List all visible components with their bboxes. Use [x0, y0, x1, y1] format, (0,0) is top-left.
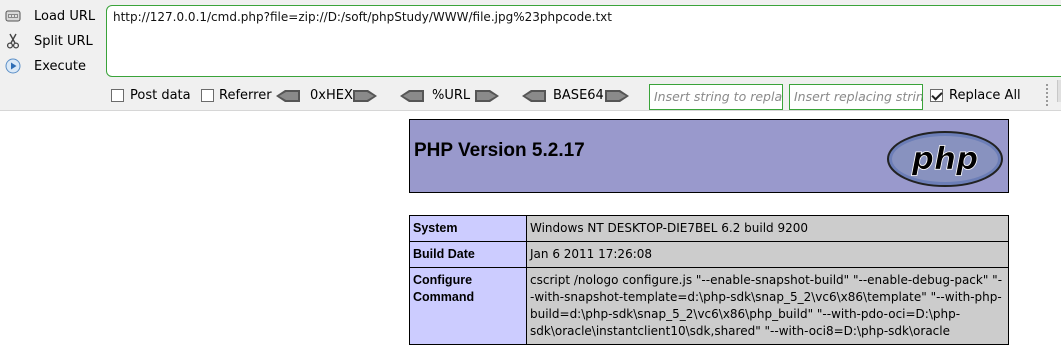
options-row: Post data Referrer 0xHEX %URL BASE64 Ins…	[0, 84, 1061, 110]
row-key-system: System	[409, 215, 527, 242]
table-row: System Windows NT DESKTOP-DIE7BEL 6.2 bu…	[409, 215, 1009, 242]
hex-encode-arrow-icon[interactable]	[353, 90, 377, 102]
row-key-configure-command: Configure Command	[409, 267, 527, 345]
load-url-icon	[4, 7, 22, 25]
url-decode-arrow-icon[interactable]	[400, 90, 424, 102]
toolbar-separator	[1046, 84, 1050, 106]
play-icon	[4, 57, 22, 75]
hex-decode-arrow-icon[interactable]	[276, 90, 300, 102]
url-textarea[interactable]: http://127.0.0.1/cmd.php?file=zip://D:/s…	[106, 5, 1061, 77]
replace-search-input[interactable]: Insert string to replace	[649, 84, 783, 110]
row-value-configure-command: cscript /nologo configure.js "--enable-s…	[526, 267, 1009, 345]
post-data-label: Post data	[130, 88, 191, 103]
php-logo-text: php	[911, 141, 978, 177]
load-url-button[interactable]: Load URL	[4, 5, 96, 27]
hackbar-toolbar: Load URL Split URL Execute http://127.0.…	[0, 0, 1061, 111]
replace-all-checkbox[interactable]	[930, 89, 943, 102]
table-row: Configure Command cscript /nologo config…	[409, 267, 1009, 345]
referrer-label: Referrer	[219, 88, 272, 103]
replace-all-label[interactable]: Replace All	[949, 88, 1021, 103]
php-version-title: PHP Version 5.2.17	[414, 140, 585, 161]
hex-label: 0xHEX	[310, 88, 353, 103]
row-key-build-date: Build Date	[409, 241, 527, 268]
row-value-build-date: Jan 6 2011 17:26:08	[526, 241, 1009, 268]
php-logo-icon[interactable]: php	[886, 130, 1004, 188]
toolbar-resize-grip[interactable]	[1057, 80, 1061, 102]
php-version-header: PHP Version 5.2.17 php	[409, 119, 1009, 193]
url-encode-label: %URL	[432, 88, 471, 103]
table-row: Build Date Jan 6 2011 17:26:08	[409, 241, 1009, 268]
execute-label: Execute	[34, 58, 86, 74]
scissors-icon	[4, 32, 22, 50]
base64-decode-arrow-icon[interactable]	[522, 90, 546, 102]
replace-with-input[interactable]: Insert replacing string	[789, 84, 923, 110]
base64-label: BASE64	[553, 88, 604, 103]
execute-button[interactable]: Execute	[4, 55, 96, 77]
phpinfo-table: System Windows NT DESKTOP-DIE7BEL 6.2 bu…	[409, 215, 1009, 345]
post-data-checkbox[interactable]	[111, 89, 124, 102]
base64-encode-arrow-icon[interactable]	[605, 90, 629, 102]
url-encode-arrow-icon[interactable]	[475, 90, 499, 102]
split-url-label: Split URL	[34, 33, 93, 49]
referrer-checkbox[interactable]	[201, 89, 214, 102]
row-value-system: Windows NT DESKTOP-DIE7BEL 6.2 build 920…	[526, 215, 1009, 242]
split-url-button[interactable]: Split URL	[4, 30, 96, 52]
load-url-label: Load URL	[34, 8, 96, 24]
